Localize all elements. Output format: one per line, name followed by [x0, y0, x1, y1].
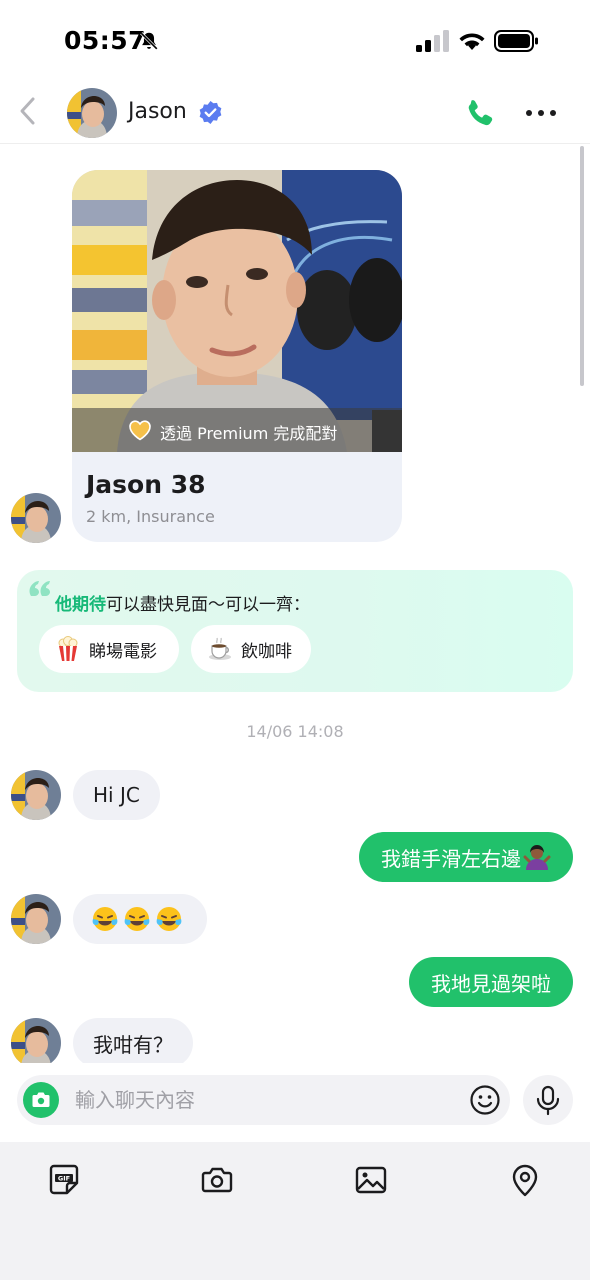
image-icon[interactable]: [353, 1162, 389, 1198]
more-options-icon[interactable]: [522, 102, 560, 124]
message-text: Hi JC: [93, 783, 140, 807]
location-icon[interactable]: [507, 1162, 543, 1198]
tears-of-joy-emoji: [156, 907, 182, 931]
chip-movie[interactable]: 睇場電影: [39, 625, 179, 673]
contact-avatar[interactable]: [67, 88, 117, 138]
avatar-photo: [67, 88, 117, 138]
back-chevron-icon[interactable]: [14, 92, 42, 130]
avatar-photo: [11, 770, 61, 820]
profile-details: 2 km, Insurance: [86, 507, 215, 526]
verified-badge-icon: [199, 100, 222, 125]
camera-button[interactable]: [23, 1082, 59, 1118]
message-bubble-incoming[interactable]: [73, 894, 207, 944]
cellular-signal-icon: [416, 30, 449, 52]
camera-icon[interactable]: [199, 1162, 235, 1198]
message-composer: [17, 1075, 510, 1125]
woman-shrugging-emoji: [523, 845, 551, 870]
emoji-picker-icon[interactable]: [469, 1084, 501, 1116]
message-bubble-incoming[interactable]: 我咁有？: [73, 1018, 193, 1068]
bell-muted-icon: [140, 32, 158, 50]
camera-icon: [32, 1092, 50, 1107]
message-bubble-outgoing[interactable]: 我地見過架啦: [409, 957, 573, 1007]
message-input[interactable]: [75, 1075, 455, 1125]
quote-icon: [29, 581, 50, 596]
expectation-body: 可以盡快見面～可以一齊：: [106, 595, 310, 615]
status-bar: 05:57: [0, 0, 590, 82]
chip-coffee[interactable]: 飲咖啡: [191, 625, 311, 673]
heart-icon: [129, 420, 151, 441]
avatar-photo: [11, 894, 61, 944]
contact-avatar-small[interactable]: [11, 770, 61, 820]
popcorn-icon: [58, 636, 78, 661]
avatar-photo: [11, 493, 61, 543]
tears-of-joy-emoji: [92, 907, 118, 931]
coffee-icon: [209, 637, 231, 660]
message-bubble-outgoing[interactable]: 我錯手滑左右邊: [359, 832, 573, 882]
status-time: 05:57: [64, 26, 147, 55]
chat-timestamp: 14/06 14:08: [246, 722, 344, 741]
profile-name-age: Jason 38: [86, 470, 206, 499]
chip-movie-label: 睇場電影: [89, 641, 157, 662]
premium-match-label: 透過 Premium 完成配對: [160, 424, 338, 443]
expectation-card: 他期待可以盡快見面～可以一齊： 睇場電影 飲咖啡: [17, 570, 573, 692]
gif-icon[interactable]: GIF: [46, 1162, 82, 1198]
attachment-toolbar: GIF: [0, 1142, 590, 1280]
chat-header: Jason: [0, 82, 590, 144]
message-bubble-incoming[interactable]: Hi JC: [73, 770, 160, 820]
avatar-photo: [11, 1018, 61, 1068]
wifi-icon: [459, 33, 485, 50]
chip-coffee-label: 飲咖啡: [241, 641, 292, 662]
expectation-text: 他期待可以盡快見面～可以一齊：: [55, 590, 310, 615]
svg-text:GIF: GIF: [58, 1175, 70, 1183]
contact-avatar-small[interactable]: [11, 493, 61, 543]
phone-call-icon[interactable]: [463, 97, 497, 131]
contact-name[interactable]: Jason: [128, 99, 187, 124]
scrollbar[interactable]: [580, 146, 584, 386]
match-profile-card[interactable]: 透過 Premium 完成配對 Jason 38 2 km, Insurance: [72, 170, 402, 542]
contact-avatar-small[interactable]: [11, 894, 61, 944]
message-text: 我地見過架啦: [431, 971, 551, 996]
battery-icon: [494, 30, 538, 52]
expectation-highlight: 他期待: [55, 595, 106, 615]
contact-avatar-small[interactable]: [11, 1018, 61, 1068]
message-text: 我錯手滑左右邊: [381, 846, 521, 871]
message-text: 我咁有？: [93, 1032, 173, 1057]
microphone-icon: [536, 1085, 560, 1116]
voice-message-button[interactable]: [523, 1075, 573, 1125]
tears-of-joy-emoji: [124, 907, 150, 931]
